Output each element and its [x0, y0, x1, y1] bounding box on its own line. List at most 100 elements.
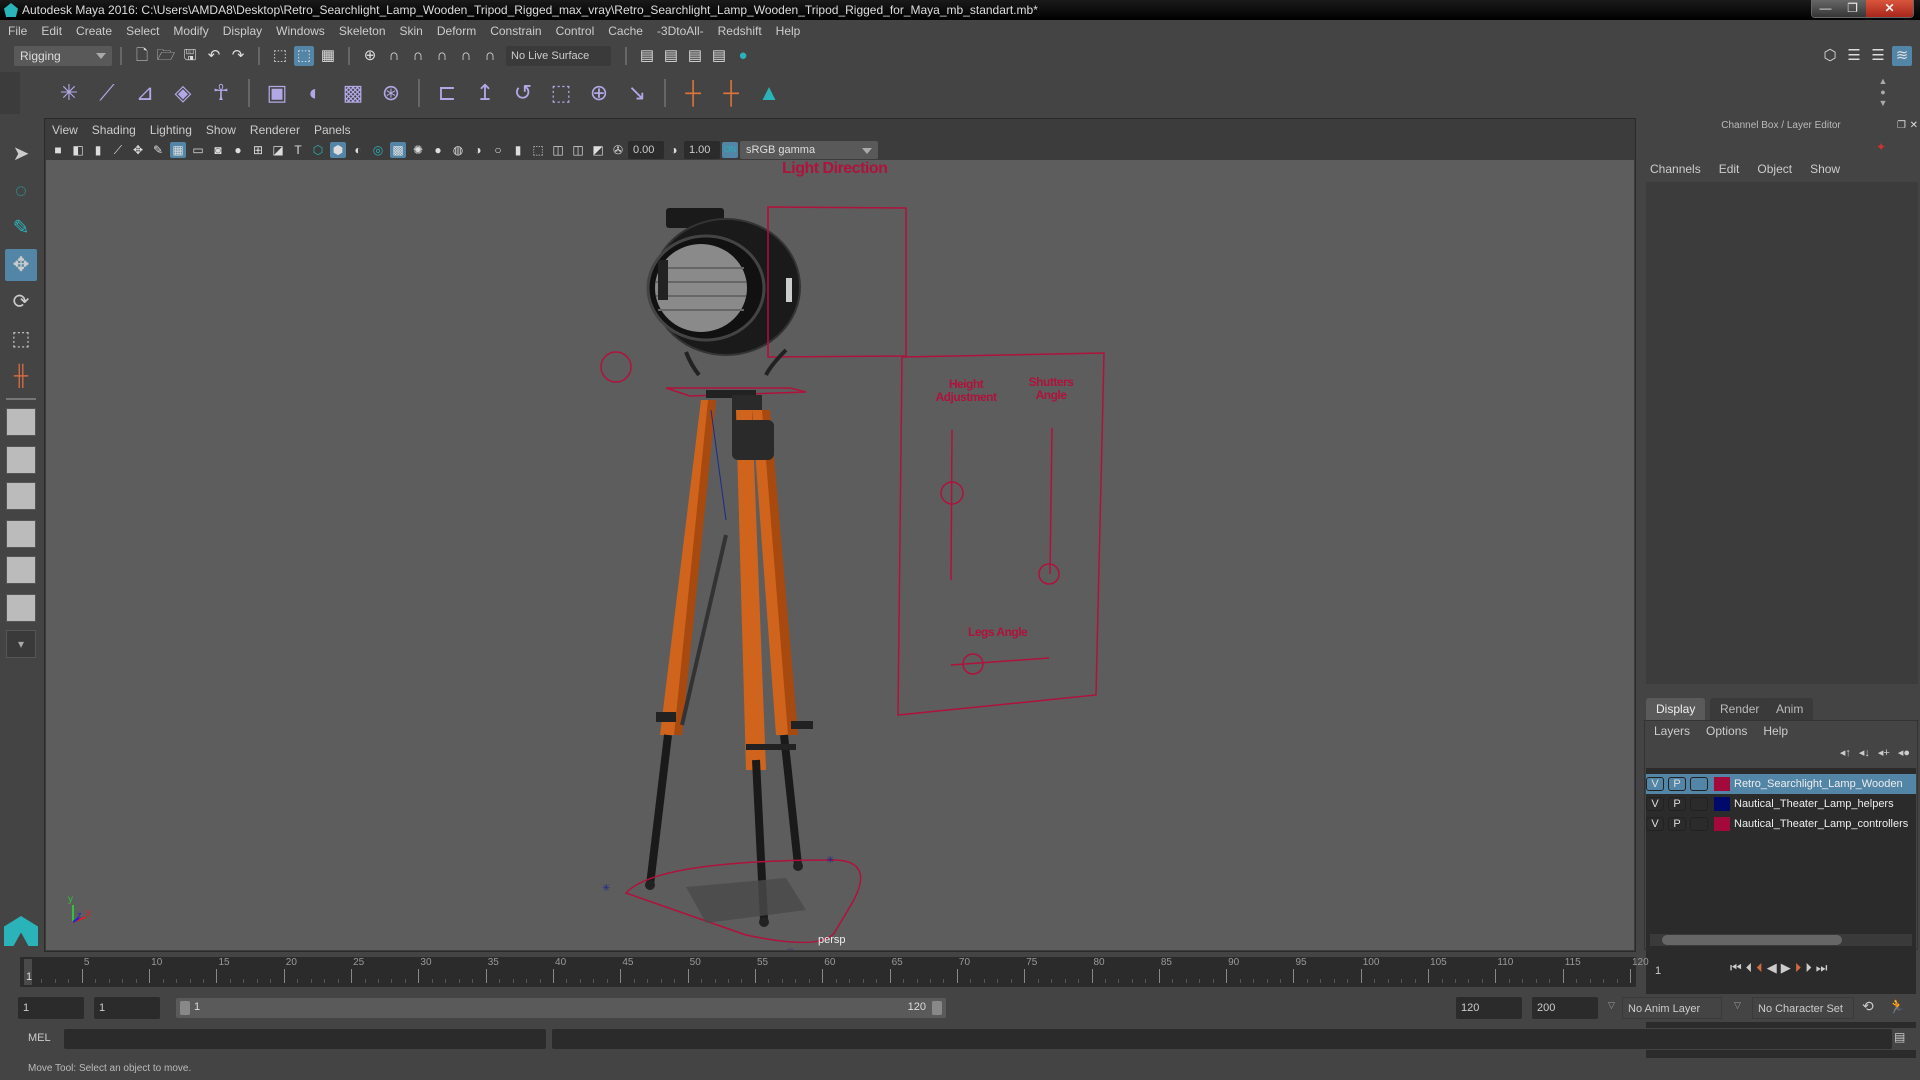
motion-blur-icon[interactable]: ◑: [470, 142, 486, 158]
play-forwards-icon[interactable]: ▶: [1781, 960, 1791, 976]
visibility-toggle[interactable]: V: [1646, 797, 1664, 811]
layer-name[interactable]: Nautical_Theater_Lamp_controllers: [1734, 818, 1908, 830]
select-tool-icon[interactable]: ➤: [5, 138, 37, 170]
snap-point-icon[interactable]: ∩: [408, 46, 428, 66]
cluster-icon[interactable]: ◐: [301, 79, 329, 107]
visibility-toggle[interactable]: V: [1646, 817, 1664, 831]
panel-menu-shading[interactable]: Shading: [92, 123, 136, 137]
script-editor-icon[interactable]: ▤: [1894, 1030, 1905, 1044]
move-tool-icon[interactable]: ✥: [5, 249, 37, 281]
menu-edit[interactable]: Edit: [1719, 162, 1740, 176]
aim-constraint-icon[interactable]: ⊕: [585, 79, 613, 107]
menu-modify[interactable]: Modify: [173, 24, 208, 38]
tab-display[interactable]: Display: [1646, 698, 1706, 720]
show-manipulator-icon[interactable]: ╫: [5, 360, 37, 392]
range-start-handle[interactable]: [180, 1001, 190, 1015]
snap-curve-icon[interactable]: ∩: [384, 46, 404, 66]
minimize-button[interactable]: —: [1812, 0, 1839, 17]
shadows-icon[interactable]: ●: [430, 142, 446, 158]
playback-toggle[interactable]: P: [1668, 817, 1686, 831]
menu-redshift[interactable]: Redshift: [718, 24, 762, 38]
playback-toggle[interactable]: P: [1668, 777, 1686, 791]
smooth-shade-icon[interactable]: ⬢: [330, 142, 346, 158]
playback-toggle[interactable]: P: [1668, 797, 1686, 811]
float-panel-icon[interactable]: ❐: [1897, 120, 1906, 131]
range-slider[interactable]: 1 120: [176, 998, 946, 1018]
menu-layers[interactable]: Layers: [1654, 724, 1690, 738]
panel-menu-lighting[interactable]: Lighting: [150, 123, 192, 137]
layer-row[interactable]: V P Nautical_Theater_Lamp_controllers: [1646, 814, 1916, 834]
menu-options[interactable]: Options: [1706, 724, 1747, 738]
step-forward-key-icon[interactable]: ⏵: [1795, 960, 1802, 976]
grid-icon[interactable]: ▦: [170, 142, 186, 158]
display-type-toggle[interactable]: [1690, 797, 1708, 811]
hypershade-icon[interactable]: ●: [733, 46, 753, 66]
use-all-lights-icon[interactable]: ✺: [410, 142, 426, 158]
select-component-icon[interactable]: ▦: [318, 46, 338, 66]
modeling-toolkit-icon[interactable]: ⬡: [1820, 46, 1840, 66]
close-button[interactable]: ✕: [1866, 0, 1913, 17]
bind-skin-icon[interactable]: ▣: [263, 79, 291, 107]
menu-constrain[interactable]: Constrain: [490, 24, 541, 38]
menu-skeleton[interactable]: Skeleton: [339, 24, 386, 38]
command-input[interactable]: [64, 1029, 546, 1049]
textured-icon[interactable]: ▩: [390, 142, 406, 158]
close-panel-icon[interactable]: ✕: [1910, 120, 1918, 131]
locator-icon[interactable]: ┼: [679, 79, 707, 107]
texture-preview-icon[interactable]: ◩: [590, 142, 606, 158]
anim-layer-dropdown-arrow[interactable]: ▽: [1608, 1000, 1615, 1011]
layer-color-swatch[interactable]: [1714, 777, 1730, 791]
anti-aliasing-icon[interactable]: ○: [490, 142, 506, 158]
paint-select-tool-icon[interactable]: ✎: [5, 212, 37, 244]
open-scene-icon[interactable]: 🗁: [156, 46, 176, 66]
menu-edit[interactable]: Edit: [41, 24, 62, 38]
play-backwards-icon[interactable]: ◀: [1767, 960, 1777, 976]
scale-tool-icon[interactable]: ⬚: [5, 323, 37, 355]
menu-cache[interactable]: Cache: [608, 24, 643, 38]
render-view-icon[interactable]: ▤: [637, 46, 657, 66]
camera-icon[interactable]: ■: [50, 142, 66, 158]
color-management-toggle[interactable]: ON: [722, 142, 738, 158]
undo-icon[interactable]: ↶: [204, 46, 224, 66]
point-constraint-icon[interactable]: ↥: [471, 79, 499, 107]
image-plane-icon[interactable]: ⟋: [110, 142, 126, 158]
panel-menu-show[interactable]: Show: [206, 123, 236, 137]
new-scene-icon[interactable]: 🗋: [132, 46, 152, 66]
animation-end-field[interactable]: 200: [1532, 997, 1598, 1019]
scale-constraint-icon[interactable]: ⬚: [547, 79, 575, 107]
range-end-handle[interactable]: [932, 1001, 942, 1015]
animation-start-field[interactable]: 1: [18, 997, 84, 1019]
menu-show[interactable]: Show: [1810, 162, 1840, 176]
ambient-occlusion-icon[interactable]: ◍: [450, 142, 466, 158]
four-pane-layout-icon[interactable]: [6, 446, 36, 474]
camera-attributes-icon[interactable]: ◧: [70, 142, 86, 158]
persp-graph-hypershade-layout-icon[interactable]: [6, 594, 36, 622]
tab-anim[interactable]: Anim: [1766, 698, 1814, 720]
render-frame-icon[interactable]: ▤: [661, 46, 681, 66]
gamma-field[interactable]: 1.00: [684, 141, 720, 159]
menu-object[interactable]: Object: [1757, 162, 1792, 176]
time-slider[interactable]: 5 10 15 20 25 30 35 40 45 50 55 60 65 70 75 80 85 90 95 100…: [20, 957, 1649, 987]
wireframe-icon[interactable]: ⬡: [310, 142, 326, 158]
view-transform-dropdown[interactable]: sRGB gamma: [740, 141, 878, 159]
playback-end-field[interactable]: 120: [1456, 997, 1522, 1019]
new-empty-layer-icon[interactable]: ◂+: [1878, 746, 1890, 759]
layer-horizontal-scrollbar[interactable]: [1650, 934, 1912, 946]
tool-settings-icon[interactable]: ☰: [1868, 46, 1888, 66]
panel-menu-panels[interactable]: Panels: [314, 123, 351, 137]
shelf-scrollbar[interactable]: ▲ ● ▼: [1878, 76, 1888, 110]
step-back-key-icon[interactable]: ⏴: [1756, 960, 1763, 976]
depth-of-field-icon[interactable]: ▮: [510, 142, 526, 158]
visibility-toggle[interactable]: V: [1646, 777, 1664, 791]
parent-constraint-icon[interactable]: ⊏: [433, 79, 461, 107]
render-settings-icon[interactable]: ▤: [709, 46, 729, 66]
command-language-label[interactable]: MEL: [28, 1032, 51, 1044]
current-frame-value[interactable]: 1: [1650, 962, 1718, 980]
playback-start-field[interactable]: 1: [94, 997, 160, 1019]
ik-handle-icon[interactable]: ⟋: [93, 79, 121, 107]
3dtoall-icon[interactable]: ▲: [755, 79, 783, 107]
persp-graph-layout-icon[interactable]: [6, 520, 36, 548]
select-object-icon[interactable]: ⬚: [294, 46, 314, 66]
display-type-toggle[interactable]: [1690, 817, 1708, 831]
character-set-field[interactable]: No Character Set: [1752, 997, 1854, 1019]
